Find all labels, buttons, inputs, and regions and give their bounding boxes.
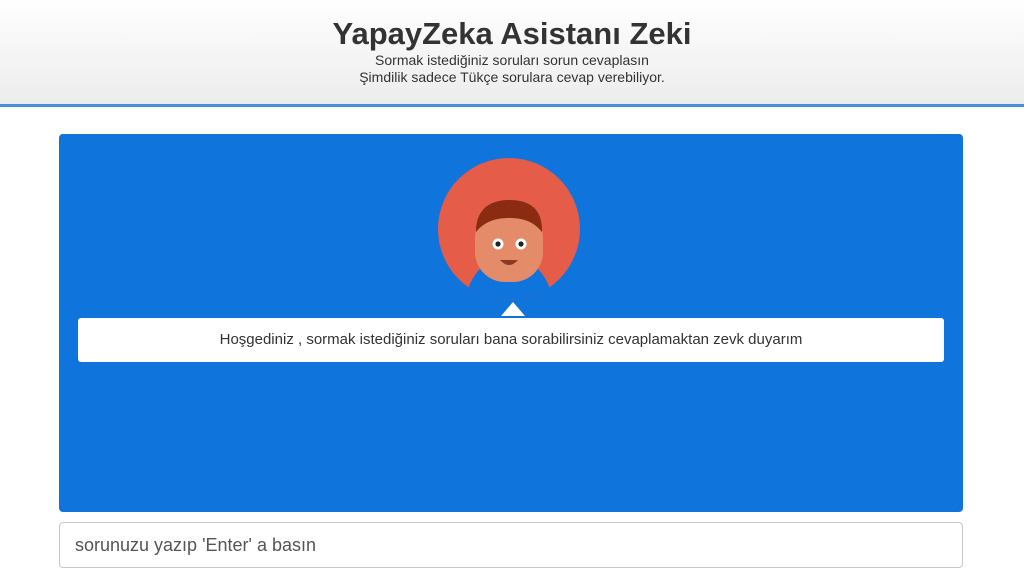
assistant-avatar-icon — [438, 158, 580, 300]
page-subtitle-line1: Sormak istediğiniz soruları sorun cevapl… — [375, 52, 649, 68]
page-subtitle-line2: Şimdilik sadece Tükçe sorulara cevap ver… — [359, 69, 665, 85]
page-title: YapayZeka Asistanı Zeki — [332, 16, 692, 51]
question-input-container — [59, 522, 963, 568]
speech-bubble-pointer — [501, 302, 525, 316]
assistant-message-text: Hoşgediniz , sormak istediğiniz soruları… — [219, 331, 803, 348]
chat-panel: Hoşgediniz , sormak istediğiniz soruları… — [59, 134, 963, 512]
assistant-message-bubble: Hoşgediniz , sormak istediğiniz soruları… — [78, 318, 944, 362]
question-input[interactable] — [59, 522, 963, 568]
page-header: YapayZeka Asistanı Zeki Sormak istediğin… — [0, 0, 1024, 107]
